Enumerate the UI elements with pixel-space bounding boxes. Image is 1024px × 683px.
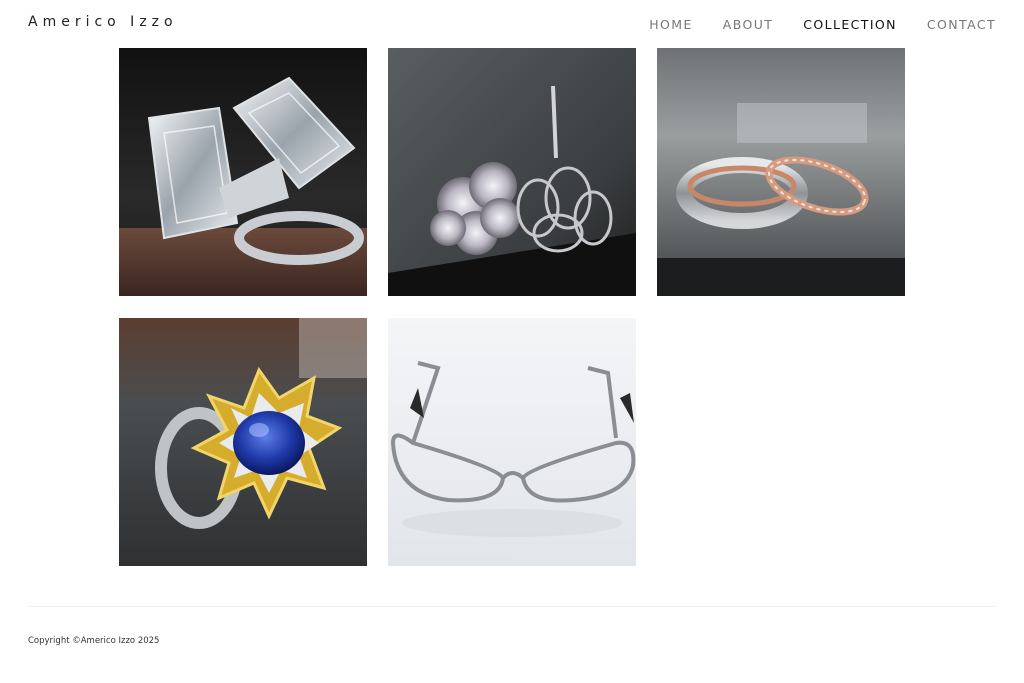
- site-title[interactable]: Americo Izzo: [28, 14, 178, 30]
- nav-about[interactable]: ABOUT: [723, 17, 774, 32]
- gallery-item-sapphire-ring[interactable]: [119, 318, 367, 566]
- sapphire-cocktail-ring-photo: [119, 318, 367, 566]
- gallery-item-eyeglasses[interactable]: [388, 318, 636, 566]
- gallery-item-diamond-earrings[interactable]: [388, 48, 636, 296]
- main-nav: HOME ABOUT COLLECTION CONTACT: [649, 17, 996, 32]
- copyright-text: Copyright ©Americo Izzo 2025: [28, 636, 160, 646]
- emerald-cut-diamond-ring-photo: [119, 48, 367, 296]
- diamond-flower-earrings-photo: [388, 48, 636, 296]
- silver-eyeglasses-photo: [388, 318, 636, 566]
- nav-home[interactable]: HOME: [649, 17, 693, 32]
- nav-contact[interactable]: CONTACT: [927, 17, 996, 32]
- gallery-item-wedding-bands[interactable]: [657, 48, 905, 296]
- rose-gold-wedding-bands-photo: [657, 48, 905, 296]
- nav-collection[interactable]: COLLECTION: [803, 17, 897, 32]
- footer-divider: [28, 606, 996, 607]
- gallery-item-diamond-ring[interactable]: [119, 48, 367, 296]
